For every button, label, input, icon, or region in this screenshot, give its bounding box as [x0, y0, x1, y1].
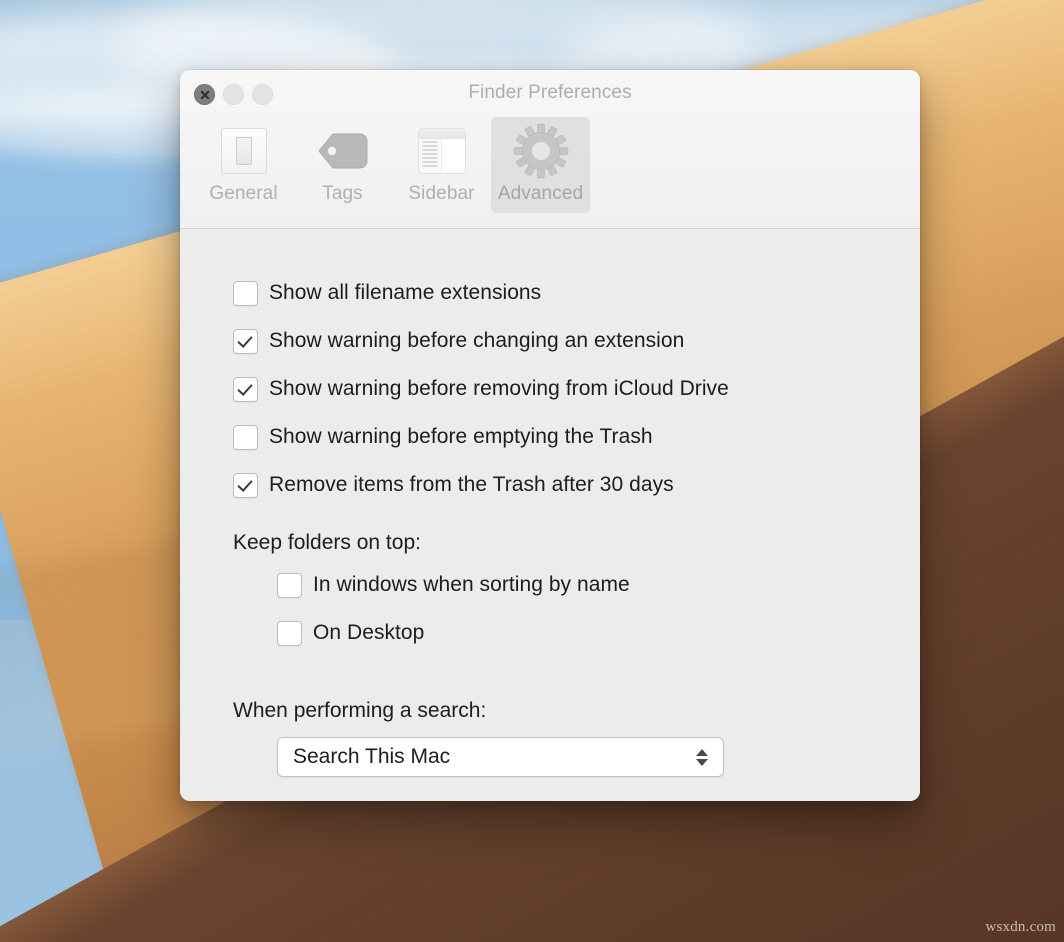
window-titlebar[interactable]: Finder Preferences General Tags Sidebar …	[180, 70, 920, 229]
checkbox-on-desktop[interactable]	[277, 620, 302, 646]
tab-sidebar-label: Sidebar	[408, 183, 475, 204]
chevron-up-down-icon	[693, 748, 711, 766]
tab-tags-label: Tags	[322, 183, 363, 204]
checkbox-row-on-desktop[interactable]: On Desktop	[233, 609, 920, 657]
search-scope-dropdown[interactable]: Search This Mac	[277, 737, 724, 777]
checkbox-in-windows-sorting-by-name[interactable]	[277, 572, 302, 598]
checkbox-row-sort-by-name[interactable]: In windows when sorting by name	[233, 561, 920, 609]
keep-folders-section-label: Keep folders on top:	[233, 531, 421, 554]
checkbox-row-remove-after-30-days[interactable]: Remove items from the Trash after 30 day…	[233, 461, 920, 509]
search-scope-wrapper: Search This Mac	[180, 737, 920, 777]
checkbox-label: On Desktop	[313, 621, 425, 644]
checkbox-warn-change-extension[interactable]	[233, 328, 258, 354]
checkbox-label: Show warning before emptying the Trash	[269, 425, 653, 448]
sidebar-window-icon	[417, 123, 466, 179]
checkbox-show-all-extensions[interactable]	[233, 280, 258, 306]
checkbox-row-warn-remove-icloud[interactable]: Show warning before removing from iCloud…	[233, 365, 920, 413]
watermark-text: wsxdn.com	[985, 919, 1056, 935]
finder-preferences-window: Finder Preferences General Tags Sidebar …	[180, 70, 920, 801]
tag-icon	[316, 123, 370, 179]
advanced-pane: Show all filename extensions Show warnin…	[180, 229, 920, 801]
checkbox-warn-empty-trash[interactable]	[233, 424, 258, 450]
checkbox-label: Show warning before changing an extensio…	[269, 329, 685, 352]
checkbox-row-warn-change-extension[interactable]: Show warning before changing an extensio…	[233, 317, 920, 365]
checkbox-row-warn-empty-trash[interactable]: Show warning before emptying the Trash	[233, 413, 920, 461]
window-title: Finder Preferences	[468, 82, 632, 103]
search-scope-value: Search This Mac	[293, 745, 451, 768]
checkbox-label: In windows when sorting by name	[313, 573, 630, 596]
advanced-options-list: Show all filename extensions Show warnin…	[180, 269, 920, 509]
tab-advanced-label: Advanced	[497, 183, 584, 204]
checkbox-remove-after-30-days[interactable]	[233, 472, 258, 498]
checkbox-warn-remove-icloud[interactable]	[233, 376, 258, 402]
checkbox-label: Show warning before removing from iCloud…	[269, 377, 729, 400]
preferences-toolbar: General Tags Sidebar Advanced	[194, 117, 590, 213]
checkbox-row-show-all-extensions[interactable]: Show all filename extensions	[233, 269, 920, 317]
toggle-switch-icon	[220, 123, 267, 179]
checkbox-label: Remove items from the Trash after 30 day…	[269, 473, 674, 496]
tab-general[interactable]: General	[194, 117, 293, 213]
gear-icon	[513, 123, 569, 179]
search-section-label: When performing a search:	[233, 699, 487, 722]
keep-folders-options: In windows when sorting by name On Deskt…	[180, 561, 920, 657]
desktop-wallpaper: Finder Preferences General Tags Sidebar …	[0, 0, 1064, 942]
checkbox-label: Show all filename extensions	[269, 281, 542, 304]
tab-general-label: General	[209, 183, 278, 204]
tab-advanced[interactable]: Advanced	[491, 117, 590, 213]
tab-tags[interactable]: Tags	[293, 117, 392, 213]
tab-sidebar[interactable]: Sidebar	[392, 117, 491, 213]
